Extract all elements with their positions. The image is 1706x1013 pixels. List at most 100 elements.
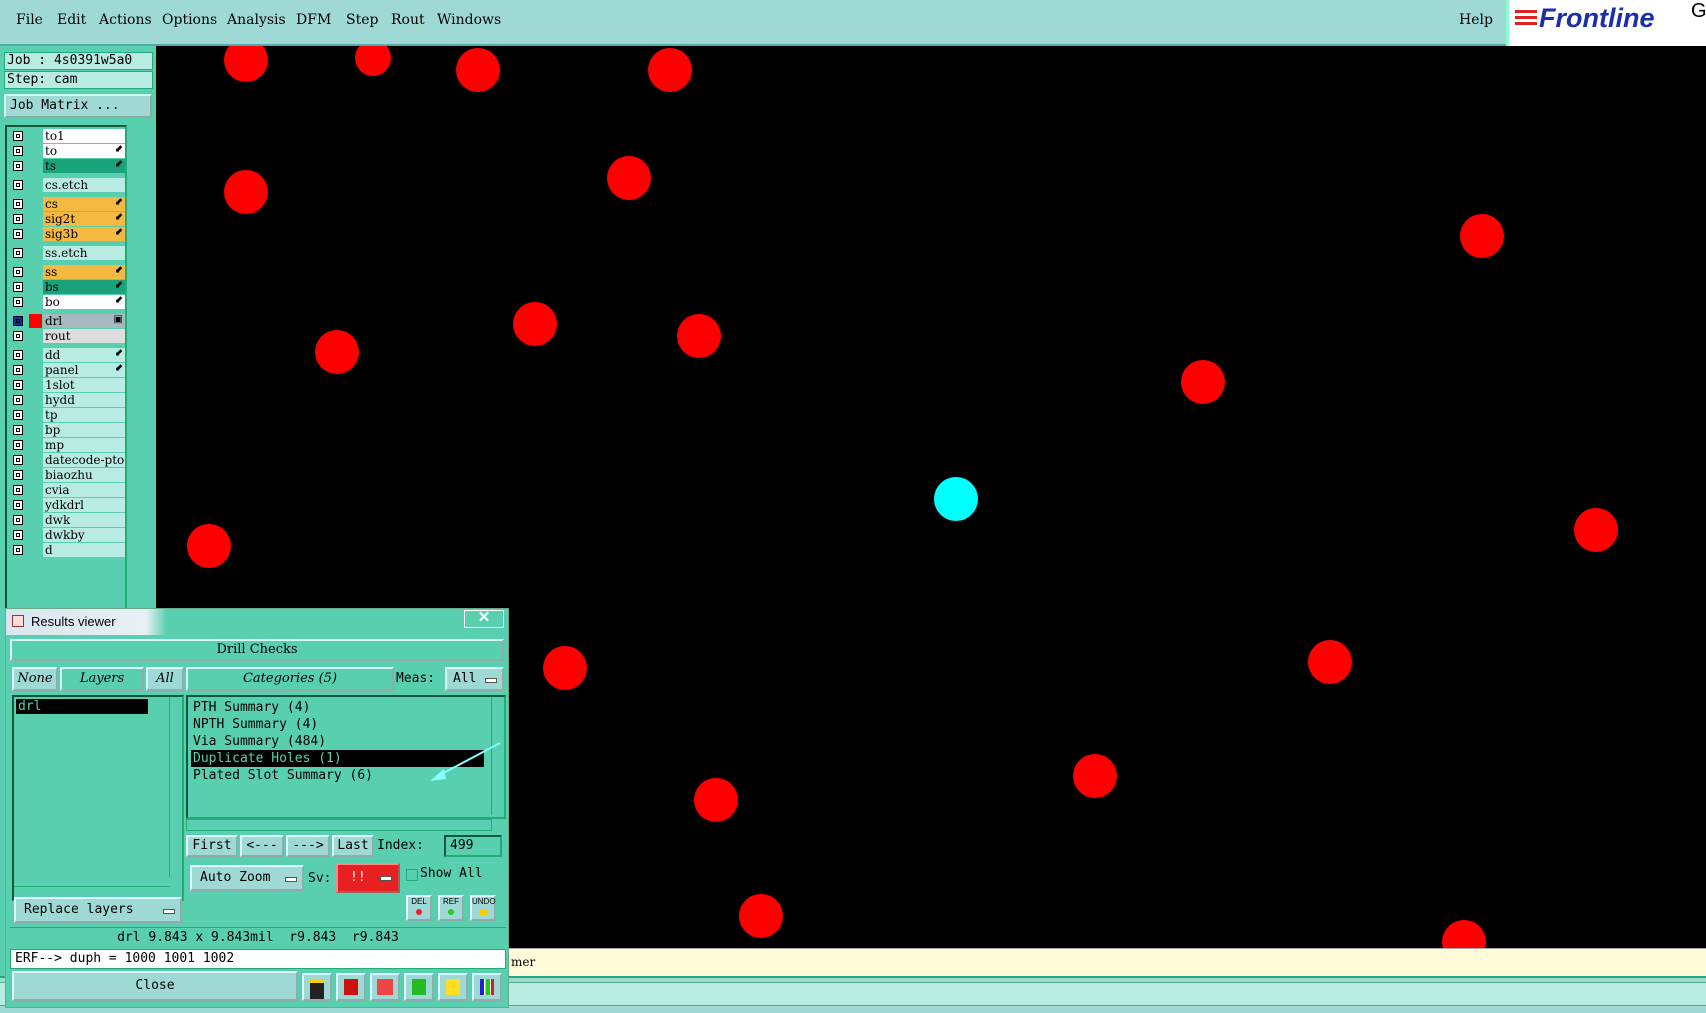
layer-checkbox[interactable] (13, 485, 23, 495)
layer-row-biaozhu[interactable]: biaozhu (9, 468, 125, 483)
drill-hole[interactable] (224, 170, 268, 214)
meas-dropdown[interactable]: All (445, 667, 504, 691)
layer-row-hydd[interactable]: hydd (9, 393, 125, 408)
layer-row-sig2t[interactable]: sig2t ⬋ (9, 212, 125, 227)
layer-checkbox[interactable] (13, 350, 23, 360)
drill-hole[interactable] (607, 156, 651, 200)
layer-checkbox[interactable] (13, 365, 23, 375)
layer-row-d[interactable]: d (9, 543, 125, 558)
drill-hole[interactable] (513, 302, 557, 346)
layer-row-cs[interactable]: cs ⬋ (9, 197, 125, 212)
layer-name[interactable]: dwk (43, 513, 125, 527)
drill-hole[interactable] (1574, 508, 1618, 552)
layer-checkbox[interactable] (13, 395, 23, 405)
show-all-checkbox[interactable] (406, 869, 418, 881)
layer-name[interactable]: to1 (43, 129, 125, 143)
menu-file[interactable]: File (16, 12, 43, 28)
category-item[interactable]: NPTH Summary (4) (191, 716, 484, 733)
drill-hole[interactable] (1442, 920, 1486, 948)
layer-checkbox[interactable] (13, 530, 23, 540)
menu-edit[interactable]: Edit (57, 12, 86, 28)
layer-row-ss[interactable]: ss ⬋ (9, 265, 125, 280)
layer-checkbox[interactable] (13, 380, 23, 390)
category-item[interactable]: PTH Summary (4) (191, 699, 484, 716)
layer-row-datecode-pto[interactable]: datecode-pto (9, 453, 125, 468)
menu-dfm[interactable]: DFM (296, 12, 331, 28)
results-viewer-titlebar[interactable]: Results viewer (6, 609, 508, 635)
auto-zoom-dropdown[interactable]: Auto Zoom (190, 865, 304, 891)
layers-scrollbar[interactable] (169, 697, 182, 877)
layer-name[interactable]: dwkby (43, 528, 125, 542)
layer-row-ts[interactable]: ts ⬋ (9, 159, 125, 174)
drill-hole[interactable] (456, 48, 500, 92)
layer-checkbox[interactable] (13, 440, 23, 450)
layer-checkbox[interactable] (13, 248, 23, 258)
layer-checkbox[interactable] (13, 470, 23, 480)
drill-hole[interactable] (1308, 640, 1352, 684)
first-button[interactable]: First (186, 835, 238, 857)
layers-button[interactable]: Layers (60, 667, 144, 691)
layer-name[interactable]: cs.etch (43, 178, 125, 192)
delete-icon-button[interactable]: DEL (406, 895, 432, 921)
menu-windows[interactable]: Windows (437, 12, 501, 28)
categories-hscrollbar[interactable] (186, 819, 492, 831)
layer-checkbox[interactable] (13, 297, 23, 307)
layer-name[interactable]: tp (43, 408, 125, 422)
layer-name[interactable]: ydkdrl (43, 498, 125, 512)
layer-name[interactable]: bo (43, 295, 125, 309)
layer-checkbox[interactable] (13, 131, 23, 141)
chart-icon-button[interactable] (472, 973, 502, 1001)
layer-checkbox[interactable] (13, 515, 23, 525)
layer-checkbox[interactable] (13, 410, 23, 420)
layer-checkbox[interactable] (13, 500, 23, 510)
drill-hole[interactable] (187, 524, 231, 568)
layer-checkbox[interactable] (13, 425, 23, 435)
layer-name[interactable]: to (43, 144, 125, 158)
menu-help[interactable]: Help (1459, 12, 1493, 28)
layer-name[interactable]: 1slot (43, 378, 125, 392)
layer-row-dd[interactable]: dd ⬋ (9, 348, 125, 363)
layer-name[interactable]: cs (43, 197, 125, 211)
layer-name[interactable]: d (43, 543, 125, 557)
layer-name[interactable]: mp (43, 438, 125, 452)
layer-row-cs-etch[interactable]: cs.etch (9, 178, 125, 193)
layer-name[interactable]: bp (43, 423, 125, 437)
categories-button[interactable]: Categories (5) (186, 667, 394, 691)
layer-checkbox[interactable] (13, 214, 23, 224)
layer-checkbox[interactable] (13, 161, 23, 171)
index-field[interactable]: 499 (444, 835, 502, 857)
menu-analysis[interactable]: Analysis (227, 12, 286, 28)
drill-hole[interactable] (739, 894, 783, 938)
layer-row-to[interactable]: to ⬋ (9, 144, 125, 159)
layer-row-to1[interactable]: to1 (9, 129, 125, 144)
layer-row-ss-etch[interactable]: ss.etch (9, 246, 125, 261)
toolbar-icon-1[interactable] (302, 973, 332, 1001)
layer-name[interactable]: sig3b (43, 227, 125, 241)
toolbar-icon-4[interactable] (404, 973, 434, 1001)
toolbar-icon-3[interactable] (370, 973, 400, 1001)
layer-row-drl[interactable]: drl ▣ (9, 314, 125, 329)
layer-checkbox[interactable] (13, 545, 23, 555)
menu-options[interactable]: Options (162, 12, 217, 28)
toolbar-icon-2[interactable] (336, 973, 366, 1001)
toolbar-icon-5[interactable] (438, 973, 468, 1001)
layer-row-bo[interactable]: bo ⬋ (9, 295, 125, 310)
layer-name[interactable]: rout (43, 329, 125, 343)
layer-row-dwk[interactable]: dwk (9, 513, 125, 528)
layer-row-mp[interactable]: mp (9, 438, 125, 453)
job-matrix-button[interactable]: Job Matrix ... (4, 94, 152, 118)
layer-name[interactable]: cvia (43, 483, 125, 497)
layer-name[interactable]: ts (43, 159, 125, 173)
layer-row-tp[interactable]: tp (9, 408, 125, 423)
layer-name[interactable]: dd (43, 348, 125, 362)
layer-checkbox[interactable] (13, 282, 23, 292)
drill-hole[interactable] (224, 46, 268, 82)
drill-hole[interactable] (543, 646, 587, 690)
drill-hole[interactable] (1460, 214, 1504, 258)
drill-hole[interactable] (694, 778, 738, 822)
last-button[interactable]: Last (332, 835, 374, 857)
layer-name[interactable]: hydd (43, 393, 125, 407)
layer-name[interactable]: datecode-pto (43, 453, 125, 467)
layer-checkbox[interactable] (13, 316, 23, 326)
drill-hole[interactable] (648, 48, 692, 92)
